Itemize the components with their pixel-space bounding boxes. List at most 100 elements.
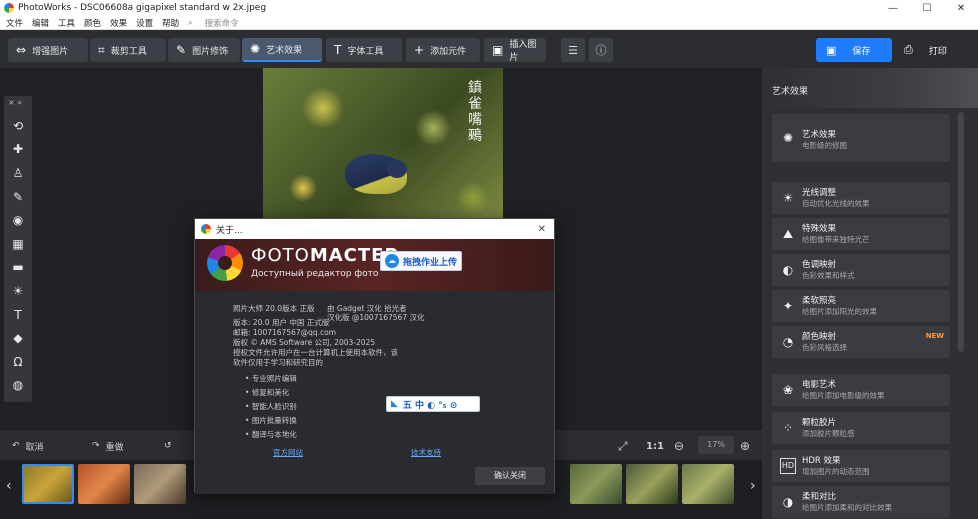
sparkle-icon: ✦: [782, 299, 794, 313]
card-subtitle: 增加图片的动态范围: [802, 467, 870, 476]
tab-insert-image[interactable]: ▣ 插入图片: [484, 38, 546, 63]
save-button[interactable]: ▣ 保存: [816, 38, 892, 62]
maximize-button[interactable]: ☐: [910, 3, 944, 14]
zoom-input[interactable]: 17%: [698, 436, 734, 454]
plus-icon: +: [414, 43, 425, 57]
compare-button[interactable]: ☰: [561, 38, 585, 62]
effect-card-special[interactable]: ⛰ 特殊效果 给图像带来独特光芒: [772, 218, 950, 250]
menu-help[interactable]: 帮助: [162, 17, 179, 29]
feature-bullet: • 图片批量转换: [245, 416, 297, 425]
card-title: 特殊效果: [802, 224, 837, 234]
effect-card-color-map[interactable]: ◔ 颜色映射 色彩风格选择 NEW: [772, 326, 950, 358]
fotomaster-logo-icon: [207, 245, 243, 281]
card-title: 电影艺术: [802, 380, 837, 390]
effect-card-contrast[interactable]: ◑ 柔和对比 给图片添加柔和的对比效果: [772, 486, 950, 518]
menu-tools[interactable]: 工具: [58, 17, 75, 29]
zoom-in-button[interactable]: ⊕: [740, 437, 750, 455]
thumbnail-item[interactable]: [22, 464, 74, 504]
frame-tool-icon[interactable]: ▬: [10, 259, 26, 275]
card-subtitle: 给图片添加电影级的效果: [802, 391, 885, 400]
magnet-tool-icon[interactable]: Ω: [10, 354, 26, 370]
tab-label: 插入图片: [509, 40, 537, 63]
effect-card-art[interactable]: ✺ 艺术效果 电影级的修图: [772, 114, 950, 162]
redo-button[interactable]: ↷ 重做: [92, 437, 124, 455]
thumbnail-item[interactable]: [570, 464, 622, 504]
film-reel-icon: ❀: [782, 383, 794, 397]
official-site-link[interactable]: 官方网站: [273, 447, 303, 458]
actual-size-button[interactable]: 1:1: [646, 437, 664, 455]
text-tool-icon[interactable]: T: [10, 307, 26, 323]
dialog-close-icon[interactable]: ✕: [538, 224, 546, 235]
feature-bullet: • 专业照片编辑: [245, 374, 297, 383]
close-dialog-button[interactable]: 确认关闭: [475, 467, 545, 485]
thumbnail-item[interactable]: [134, 464, 186, 504]
printer-icon: ⎙: [904, 43, 913, 56]
tab-text[interactable]: T 字体工具: [326, 38, 402, 62]
floppy-disk-icon: ▣: [826, 43, 837, 57]
tab-enhance[interactable]: ⇔ 增强图片: [8, 38, 88, 62]
tab-retouch[interactable]: ✎ 图片修饰: [168, 38, 240, 62]
fit-button[interactable]: ⤢: [618, 437, 628, 455]
cloud-icon: ☁: [385, 254, 399, 268]
fit-screen-icon: ⤢: [618, 438, 628, 453]
palette-header[interactable]: × «: [8, 98, 22, 107]
menu-effects[interactable]: 效果: [110, 17, 127, 29]
bullet-text: 翻译与本地化: [251, 430, 297, 439]
tab-add-elements[interactable]: + 添加元件: [406, 38, 480, 62]
ime-toolbar[interactable]: ◣ 五 中 ◐ °₅ ⊙: [386, 396, 480, 412]
thumbnail-item[interactable]: [78, 464, 130, 504]
ratio-label: 1:1: [646, 440, 664, 452]
main-toolbar: ⇔ 增强图片 ⌗ 裁剪工具 ✎ 图片修饰 ✺ 艺术效果 T 字体工具 + 添加元…: [0, 30, 978, 68]
edited-photo[interactable]: 鎮雀嘴鵐: [263, 68, 503, 228]
tab-label: 裁剪工具: [110, 46, 147, 57]
effect-card-tone[interactable]: ◐ 色调映射 色彩效果和样式: [772, 254, 950, 286]
effect-card-light[interactable]: ☀ 光线调整 自动优化光线的效果: [772, 182, 950, 214]
mask-tool-icon[interactable]: ◍: [10, 377, 26, 393]
chevron-right-icon[interactable]: ›: [750, 478, 756, 494]
command-search[interactable]: ⌕ 搜索命令: [188, 17, 247, 29]
upload-badge[interactable]: ☁ 拖拽作业上传: [380, 251, 462, 271]
healing-tool-icon[interactable]: ✚: [10, 141, 26, 157]
panel-scrollbar[interactable]: [958, 112, 964, 352]
sun-icon: ☀: [782, 191, 794, 205]
thumbnail-item[interactable]: [682, 464, 734, 504]
tab-crop[interactable]: ⌗ 裁剪工具: [90, 38, 166, 62]
card-subtitle: 给图像带来独特光芒: [802, 235, 870, 244]
radial-tool-icon[interactable]: ◉: [10, 212, 26, 228]
crop-icon: ⌗: [98, 42, 105, 57]
rotate-tool-icon[interactable]: ⟲: [10, 118, 26, 134]
fill-tool-icon[interactable]: ◆: [10, 330, 26, 346]
hdr-icon: HD: [780, 458, 796, 474]
menu-color[interactable]: 颜色: [84, 17, 101, 29]
menu-settings[interactable]: 设置: [136, 17, 153, 29]
about-dialog: 关于... ✕ ФОТОМАСТЕР Доступный редактор фо…: [194, 218, 555, 494]
palette-icon: ◔: [782, 335, 794, 349]
card-subtitle: 给图片添加阳光的效果: [802, 307, 877, 316]
light-tool-icon[interactable]: ☀: [10, 283, 26, 299]
brush-tool-icon[interactable]: ✎: [10, 189, 26, 205]
gradient-tool-icon[interactable]: ▦: [10, 236, 26, 252]
new-badge: NEW: [925, 332, 944, 340]
minimize-button[interactable]: —: [876, 3, 910, 14]
tab-art-effects[interactable]: ✺ 艺术效果: [242, 38, 322, 62]
info-icon: ⓘ: [595, 44, 607, 57]
effect-card-glow[interactable]: ✦ 柔软照亮 给图片添加阳光的效果: [772, 290, 950, 322]
info-button[interactable]: ⓘ: [589, 38, 613, 62]
effect-card-film[interactable]: ❀ 电影艺术 给图片添加电影级的效果: [772, 374, 950, 406]
effect-card-grain[interactable]: ⁘ 颗粒胶片 添加胶片颗粒感: [772, 412, 950, 444]
stamp-tool-icon[interactable]: ♙: [10, 165, 26, 181]
support-link[interactable]: 技术支持: [411, 447, 441, 458]
card-subtitle: 色彩风格选择: [802, 343, 847, 352]
menu-edit[interactable]: 编辑: [32, 17, 49, 29]
thumbnail-item[interactable]: [626, 464, 678, 504]
menu-file[interactable]: 文件: [6, 17, 23, 29]
undo-icon: ↶: [12, 441, 20, 451]
close-button[interactable]: ✕: [944, 3, 978, 14]
effect-card-hdr[interactable]: HD HDR 效果 增加图片的动态范围: [772, 450, 950, 482]
undo-button[interactable]: ↶ 取消: [12, 437, 44, 455]
rotate-left-button[interactable]: ↺: [164, 437, 172, 455]
chevron-left-icon[interactable]: ‹: [6, 478, 12, 494]
zoom-out-button[interactable]: ⊖: [674, 437, 684, 455]
print-button[interactable]: ⎙ 打印: [896, 38, 962, 62]
card-title: 颗粒胶片: [802, 418, 837, 428]
